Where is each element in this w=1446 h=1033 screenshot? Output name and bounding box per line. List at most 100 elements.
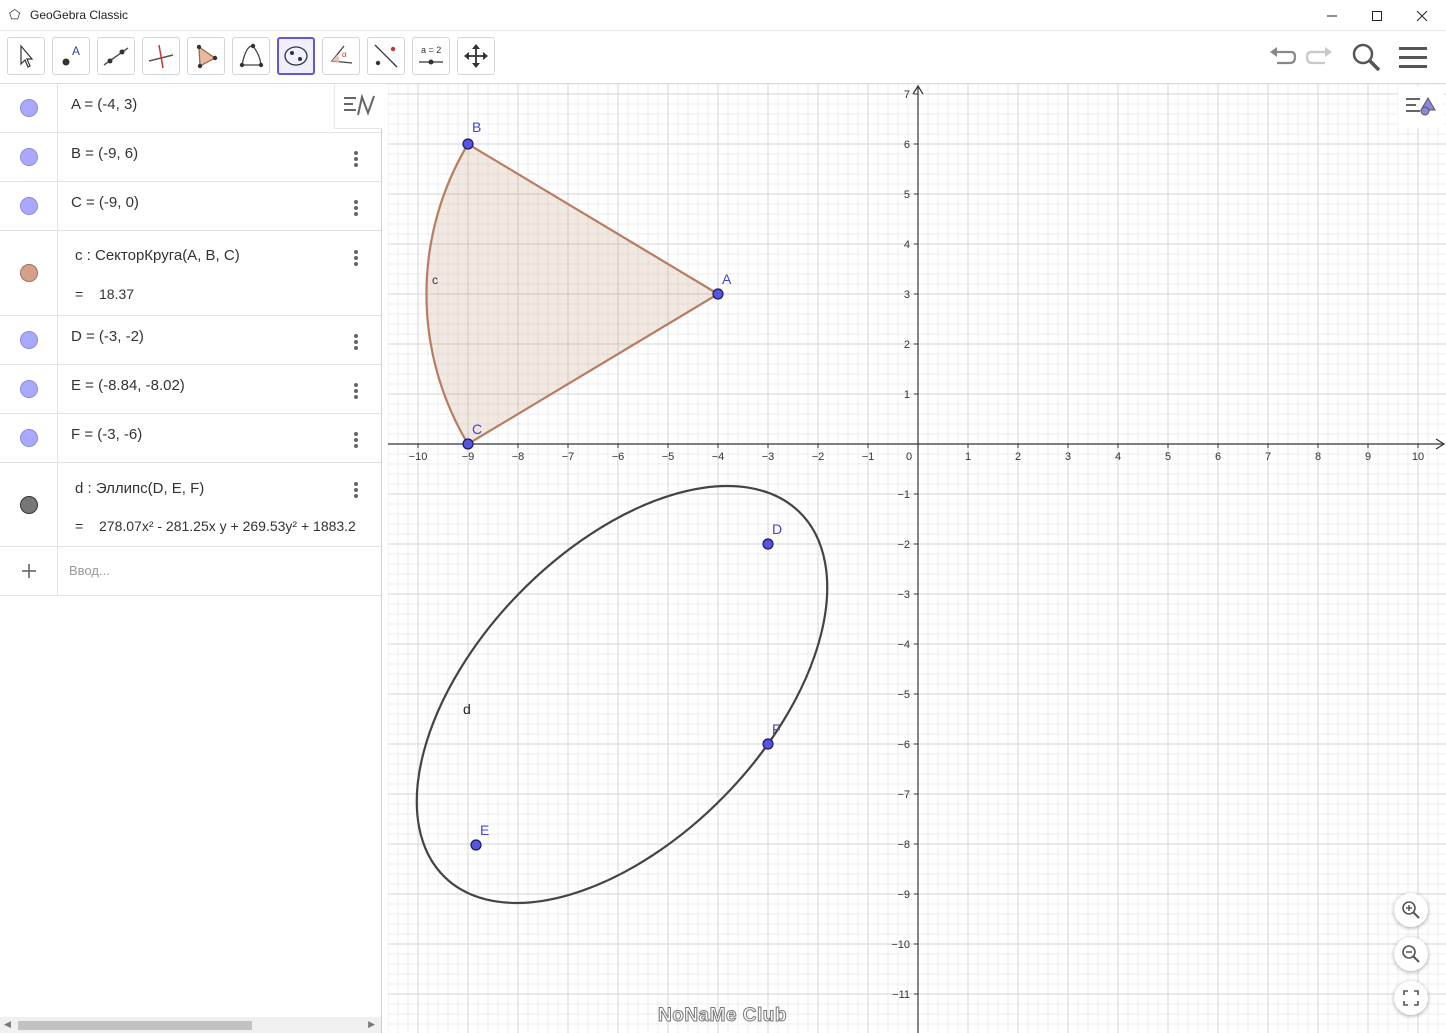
fullscreen-icon bbox=[1403, 990, 1419, 1006]
search-icon bbox=[1352, 43, 1381, 72]
algebra-value: 18.37 bbox=[99, 286, 135, 302]
window-title: GeoGebra Classic bbox=[30, 8, 129, 22]
zoom-out-button[interactable] bbox=[1394, 937, 1428, 971]
graphics-view[interactable]: −10 −9 −8 −7 −6 −5 −4 −3 −2 −1 0 1 2 3 4 5 6 7 8 9 10 7 6 5 4 3 2 1… bbox=[388, 84, 1446, 1033]
x-tick-label: 2 bbox=[1015, 451, 1021, 463]
point-tool[interactable]: A bbox=[52, 37, 90, 75]
y-tick-label: −2 bbox=[897, 539, 910, 551]
point-label-C: C bbox=[472, 421, 482, 437]
algebra-definition: C = (-9, 0) bbox=[71, 194, 139, 211]
y-tick-label: 7 bbox=[904, 89, 910, 101]
scroll-right-icon[interactable]: ▶ bbox=[368, 1019, 375, 1030]
maximize-button[interactable] bbox=[1354, 0, 1400, 31]
x-tick-label: −6 bbox=[612, 451, 625, 463]
point-D bbox=[762, 538, 774, 550]
main-menu-button[interactable] bbox=[1393, 39, 1433, 75]
point-C bbox=[462, 438, 474, 450]
add-icon[interactable] bbox=[0, 547, 58, 595]
visibility-marble[interactable] bbox=[19, 264, 38, 282]
y-tick-label: −3 bbox=[897, 589, 910, 601]
x-tick-label: 8 bbox=[1315, 451, 1321, 463]
y-tick-label: 2 bbox=[904, 339, 910, 351]
algebra-definition: E = (-8.84, -8.02) bbox=[71, 377, 185, 394]
visibility-marble[interactable] bbox=[19, 429, 38, 447]
visibility-marble[interactable] bbox=[19, 197, 38, 215]
visibility-marble[interactable] bbox=[19, 331, 38, 349]
algebra-row-B[interactable]: B = (-9, 6) bbox=[0, 133, 381, 182]
more-options-icon[interactable] bbox=[353, 480, 359, 500]
more-options-icon[interactable] bbox=[353, 248, 359, 268]
svg-text:A: A bbox=[72, 44, 80, 58]
x-tick-label: 0 bbox=[906, 451, 912, 463]
undo-button[interactable] bbox=[1262, 39, 1302, 75]
redo-button[interactable] bbox=[1300, 39, 1340, 75]
more-options-icon[interactable] bbox=[353, 149, 359, 169]
svg-text:α: α bbox=[342, 50, 347, 59]
x-tick-label: −5 bbox=[662, 451, 675, 463]
ellipse-tool[interactable] bbox=[277, 37, 315, 75]
algebra-row-d[interactable]: d : Эллипс(D, E, F) = 278.07x² - 281.25x… bbox=[0, 463, 381, 547]
algebra-style-button[interactable] bbox=[334, 84, 382, 129]
angle-icon: α bbox=[330, 45, 353, 64]
algebra-input-row[interactable]: Ввод... bbox=[0, 547, 381, 596]
algebra-row-E[interactable]: E = (-8.84, -8.02) bbox=[0, 365, 381, 414]
hamburger-menu-icon bbox=[1399, 47, 1427, 68]
algebra-row-c[interactable]: c : СекторКруга(A, B, C) = 18.37 bbox=[0, 231, 381, 316]
scrollbar-thumb[interactable] bbox=[18, 1021, 252, 1030]
visibility-marble[interactable] bbox=[19, 495, 38, 514]
more-options-icon[interactable] bbox=[353, 332, 359, 352]
algebra-definition: c : СекторКруга(A, B, C) bbox=[75, 247, 240, 264]
x-tick-label: 7 bbox=[1265, 451, 1271, 463]
circle-three-points-icon bbox=[239, 43, 264, 68]
graphics-settings-icon bbox=[1406, 97, 1436, 116]
perpendicular-tool[interactable] bbox=[142, 37, 180, 75]
zoom-in-button[interactable] bbox=[1394, 893, 1428, 927]
point-A bbox=[712, 288, 724, 300]
algebra-definition: F = (-3, -6) bbox=[71, 426, 143, 443]
point-a-icon: A bbox=[62, 44, 80, 66]
x-tick-label: −3 bbox=[762, 451, 775, 463]
y-tick-label: 6 bbox=[904, 139, 910, 151]
algebra-equals: = bbox=[75, 518, 84, 534]
search-button[interactable] bbox=[1346, 39, 1386, 75]
more-options-icon[interactable] bbox=[353, 381, 359, 401]
line-tool[interactable] bbox=[97, 37, 135, 75]
visibility-marble[interactable] bbox=[19, 148, 38, 166]
algebra-row-F[interactable]: F = (-3, -6) bbox=[0, 414, 381, 463]
algebra-row-D[interactable]: D = (-3, -2) bbox=[0, 316, 381, 365]
horizontal-scrollbar[interactable]: ◀ ▶ bbox=[0, 1017, 381, 1033]
circle-tool[interactable] bbox=[232, 37, 270, 75]
algebra-row-C[interactable]: C = (-9, 0) bbox=[0, 182, 381, 231]
y-tick-label: −1 bbox=[897, 489, 910, 501]
scroll-left-icon[interactable]: ◀ bbox=[4, 1019, 11, 1030]
visibility-marble[interactable] bbox=[19, 99, 38, 117]
x-tick-label: −9 bbox=[462, 451, 475, 463]
point-F bbox=[762, 738, 774, 750]
fullscreen-button[interactable] bbox=[1394, 981, 1428, 1015]
angle-tool[interactable]: α bbox=[322, 37, 360, 75]
move-tool[interactable] bbox=[7, 37, 45, 75]
x-tick-label: −1 bbox=[862, 451, 875, 463]
y-tick-label: −7 bbox=[897, 789, 910, 801]
zoom-in-icon bbox=[1402, 901, 1420, 919]
algebra-row-A[interactable]: A = (-4, 3) bbox=[0, 84, 382, 133]
minimize-button[interactable] bbox=[1309, 0, 1355, 31]
close-button[interactable] bbox=[1399, 0, 1445, 31]
title-bar: ⬠ GeoGebra Classic bbox=[0, 0, 1446, 31]
x-tick-label: 4 bbox=[1115, 451, 1121, 463]
coordinate-plane[interactable]: −10 −9 −8 −7 −6 −5 −4 −3 −2 −1 0 1 2 3 4 5 6 7 8 9 107654321… bbox=[388, 84, 1446, 1033]
reflect-tool[interactable] bbox=[367, 37, 405, 75]
x-tick-label: 1 bbox=[965, 451, 971, 463]
slider-tool[interactable]: a = 2 bbox=[412, 37, 450, 75]
point-label-B: B bbox=[472, 119, 481, 135]
polygon-tool[interactable] bbox=[187, 37, 225, 75]
algebra-input[interactable]: Ввод... bbox=[69, 563, 110, 578]
close-icon bbox=[1416, 10, 1428, 21]
algebra-definition: d : Эллипс(D, E, F) bbox=[75, 480, 205, 497]
graphics-style-button[interactable] bbox=[1398, 86, 1444, 128]
more-options-icon[interactable] bbox=[353, 198, 359, 218]
more-options-icon[interactable] bbox=[353, 430, 359, 450]
visibility-marble[interactable] bbox=[19, 380, 38, 398]
perpendicular-icon bbox=[148, 44, 174, 69]
move-graphics-tool[interactable] bbox=[457, 37, 495, 75]
